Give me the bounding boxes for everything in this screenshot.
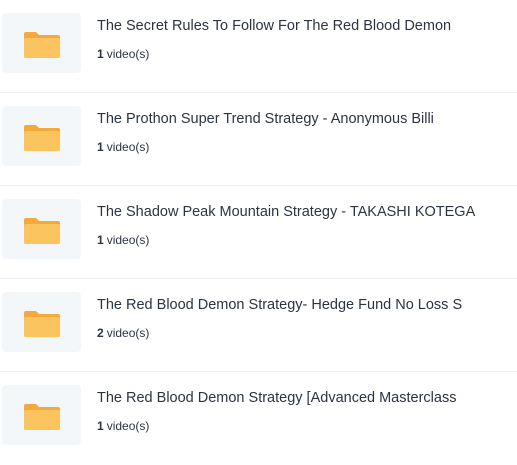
video-count-number: 2 <box>97 326 104 340</box>
video-count-number: 1 <box>97 233 104 247</box>
video-count: 1 video(s) <box>97 232 149 248</box>
collection-title[interactable]: The Shadow Peak Mountain Strategy - TAKA… <box>97 202 509 222</box>
folder-icon <box>24 125 60 151</box>
collection-thumbnail[interactable] <box>2 106 81 166</box>
video-count: 1 video(s) <box>97 46 149 62</box>
folder-icon <box>24 32 60 58</box>
video-count: 2 video(s) <box>97 325 149 341</box>
video-count-unit: video(s) <box>106 47 150 61</box>
folder-icon <box>24 404 60 430</box>
collection-title[interactable]: The Secret Rules To Follow For The Red B… <box>97 16 509 36</box>
folder-icon <box>24 311 60 337</box>
video-count-unit: video(s) <box>106 326 150 340</box>
collection-item[interactable]: The Prothon Super Trend Strategy - Anony… <box>0 93 517 186</box>
collection-title[interactable]: The Red Blood Demon Strategy- Hedge Fund… <box>97 295 509 315</box>
video-count: 1 video(s) <box>97 139 149 155</box>
folder-icon <box>24 218 60 244</box>
video-count-unit: video(s) <box>106 419 150 433</box>
collection-thumbnail[interactable] <box>2 292 81 352</box>
collection-title[interactable]: The Prothon Super Trend Strategy - Anony… <box>97 109 509 129</box>
video-count-unit: video(s) <box>106 233 150 247</box>
video-count-unit: video(s) <box>106 140 150 154</box>
video-count: 1 video(s) <box>97 418 149 434</box>
collection-item[interactable]: The Secret Rules To Follow For The Red B… <box>0 0 517 93</box>
collection-thumbnail[interactable] <box>2 13 81 73</box>
collection-list: The Secret Rules To Follow For The Red B… <box>0 0 517 457</box>
video-count-number: 1 <box>97 140 104 154</box>
video-count-number: 1 <box>97 419 104 433</box>
collection-item[interactable]: The Red Blood Demon Strategy- Hedge Fund… <box>0 279 517 372</box>
collection-item[interactable]: The Shadow Peak Mountain Strategy - TAKA… <box>0 186 517 279</box>
collection-thumbnail[interactable] <box>2 385 81 445</box>
collection-thumbnail[interactable] <box>2 199 81 259</box>
collection-title[interactable]: The Red Blood Demon Strategy [Advanced M… <box>97 388 509 408</box>
collection-item[interactable]: The Red Blood Demon Strategy [Advanced M… <box>0 372 517 465</box>
video-count-number: 1 <box>97 47 104 61</box>
